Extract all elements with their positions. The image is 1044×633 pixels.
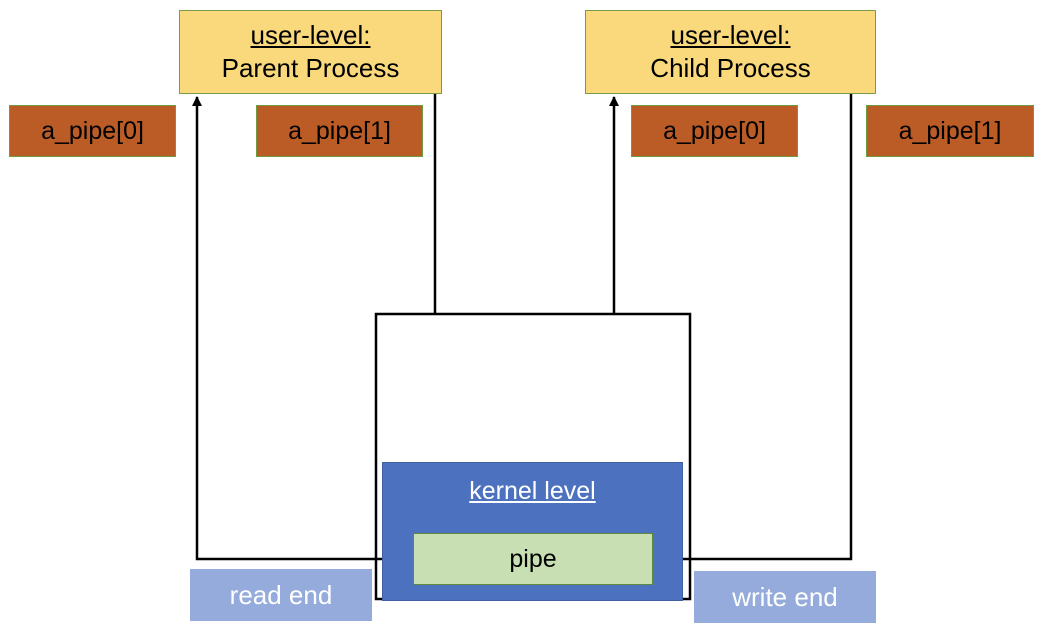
write-end-label: write end xyxy=(694,571,876,623)
parent-fd-write: a_pipe[1] xyxy=(256,105,423,157)
child-process-name: Child Process xyxy=(650,53,811,83)
write-path-arrow xyxy=(655,93,853,564)
parent-fd-read: a_pipe[0] xyxy=(9,105,176,157)
parent-process-box: user-level: Parent Process xyxy=(179,10,442,94)
child-fd-write: a_pipe[1] xyxy=(866,105,1034,157)
child-level-label: user-level: xyxy=(670,20,791,50)
child-process-box: user-level: Child Process xyxy=(585,10,876,94)
pipe-box: pipe xyxy=(413,533,653,585)
child-fd-read: a_pipe[0] xyxy=(631,105,798,157)
parent-process-name: Parent Process xyxy=(221,53,400,83)
read-end-label: read end xyxy=(190,569,372,621)
parent-level-label: user-level: xyxy=(250,20,371,50)
kernel-level-label: kernel level xyxy=(469,477,596,505)
